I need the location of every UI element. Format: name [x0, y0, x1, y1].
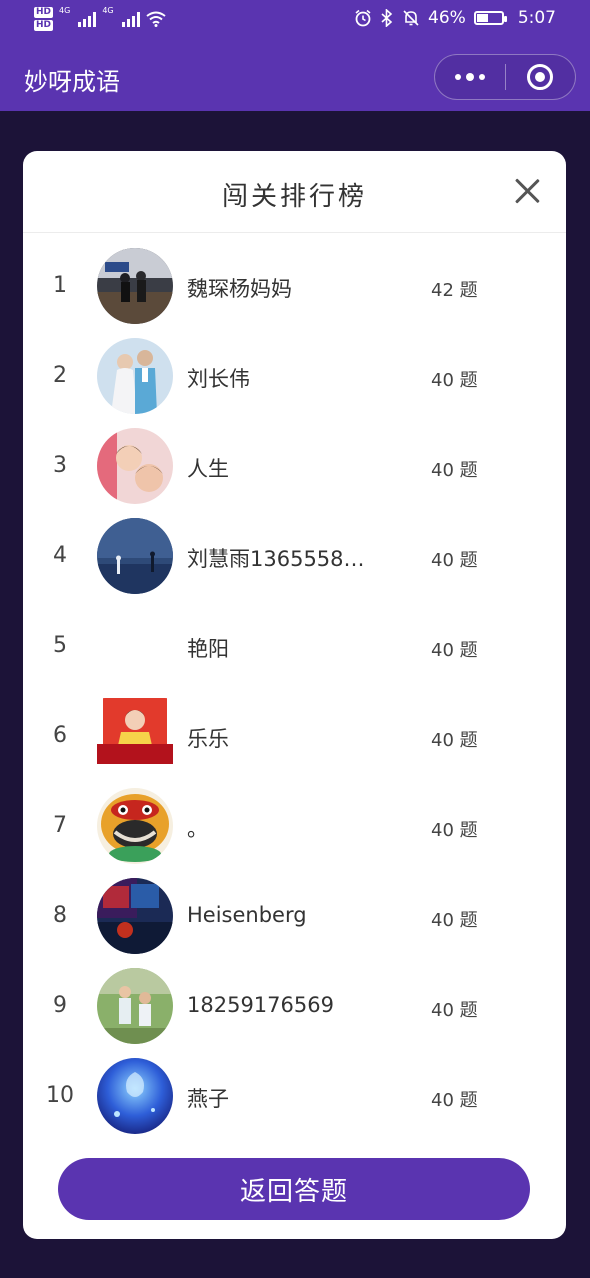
status-bar: HD HD 4G 4G 46% 5:07	[0, 0, 590, 40]
alarm-icon	[355, 9, 371, 27]
hd-badge-1: HD	[34, 7, 54, 18]
score: 40 题	[431, 460, 478, 481]
dot-icon	[466, 73, 474, 81]
status-left: HD HD 4G 4G	[34, 6, 166, 32]
bluetooth-icon	[381, 9, 393, 27]
avatar	[97, 518, 173, 594]
signal-icon-2	[121, 11, 140, 27]
leaderboard-row: 2 刘长伟 40 题	[23, 331, 566, 421]
status-right: 46% 5:07	[354, 8, 556, 28]
dot-icon	[455, 74, 461, 80]
leaderboard-row: 3 人生 40 题	[23, 421, 566, 511]
return-to-quiz-button[interactable]: 返回答题	[58, 1158, 530, 1220]
mute-icon	[403, 10, 419, 26]
app-title: 妙呀成语	[24, 68, 120, 96]
hd-indicator: HD HD	[34, 6, 54, 32]
leaderboard-row: 9 18259176569 40 题	[23, 961, 566, 1051]
avatar	[97, 878, 173, 954]
modal-title: 闯关排行榜	[221, 182, 367, 212]
battery-percent: 46%	[428, 8, 466, 28]
user-name: 刘慧雨1365558…	[187, 547, 365, 571]
user-name: 艳阳	[187, 637, 229, 661]
avatar	[97, 788, 173, 864]
rank-number: 9	[53, 993, 67, 1018]
rank-number: 6	[53, 723, 67, 748]
rank-number: 1	[53, 273, 67, 298]
score: 40 题	[431, 550, 478, 571]
rank-number: 3	[53, 453, 67, 478]
rank-number: 7	[53, 813, 67, 838]
user-name: 燕子	[187, 1087, 229, 1111]
score: 42 题	[431, 280, 478, 301]
leaderboard-row: 7 。 40 题	[23, 781, 566, 871]
miniprogram-capsule	[434, 54, 576, 100]
user-name: 刘长伟	[187, 367, 250, 391]
avatar	[97, 338, 173, 414]
more-options-button[interactable]	[435, 55, 505, 99]
close-icon[interactable]	[514, 178, 540, 204]
score: 40 题	[431, 730, 478, 751]
user-name: 。	[187, 817, 208, 841]
user-name: 18259176569	[187, 993, 334, 1017]
target-icon	[527, 64, 554, 90]
clock: 5:07	[517, 8, 556, 28]
score: 40 题	[431, 370, 478, 391]
rank-number: 8	[53, 903, 67, 928]
leaderboard-row: 1 魏琛杨妈妈 42 题	[23, 241, 566, 331]
wifi-icon	[145, 11, 166, 27]
rank-number: 4	[53, 543, 67, 568]
leaderboard-list: 1 魏琛杨妈妈 42 题 2 刘长伟 40 题 3 人生 40 题 4 刘慧雨1…	[23, 241, 566, 1141]
avatar	[97, 428, 173, 504]
network-label-2: 4G	[102, 6, 114, 15]
user-name: 人生	[187, 457, 229, 481]
user-name: 魏琛杨妈妈	[187, 277, 292, 301]
leaderboard-row: 6 乐乐 40 题	[23, 691, 566, 781]
avatar	[97, 968, 173, 1044]
user-name: 乐乐	[187, 727, 229, 751]
modal-header: 闯关排行榜	[23, 151, 566, 233]
avatar	[97, 248, 173, 324]
leaderboard-row: 10 燕子 40 题	[23, 1051, 566, 1141]
rank-number: 5	[53, 633, 67, 658]
score: 40 题	[431, 910, 478, 931]
avatar	[97, 608, 173, 684]
network-label-1: 4G	[59, 6, 71, 15]
leaderboard-row: 4 刘慧雨1365558… 40 题	[23, 511, 566, 601]
battery-icon	[473, 11, 507, 25]
avatar	[97, 1058, 173, 1134]
avatar	[97, 698, 173, 774]
score: 40 题	[431, 640, 478, 661]
dot-icon	[479, 74, 485, 80]
score: 40 题	[431, 820, 478, 841]
signal-icon	[78, 11, 97, 27]
leaderboard-modal: 闯关排行榜 1 魏琛杨妈妈 42 题 2 刘长伟 40 题 3 人生 40 题 …	[23, 151, 566, 1239]
exit-miniprogram-button[interactable]	[506, 55, 575, 99]
user-name: Heisenberg	[187, 903, 307, 927]
rank-number: 2	[53, 363, 67, 388]
score: 40 题	[431, 1090, 478, 1111]
leaderboard-row: 8 Heisenberg 40 题	[23, 871, 566, 961]
hd-badge-2: HD	[34, 20, 54, 31]
leaderboard-row: 5 艳阳 40 题	[23, 601, 566, 691]
title-bar: HD HD 4G 4G 46% 5:07 妙呀成语	[0, 0, 590, 111]
rank-number: 10	[46, 1083, 74, 1108]
score: 40 题	[431, 1000, 478, 1021]
